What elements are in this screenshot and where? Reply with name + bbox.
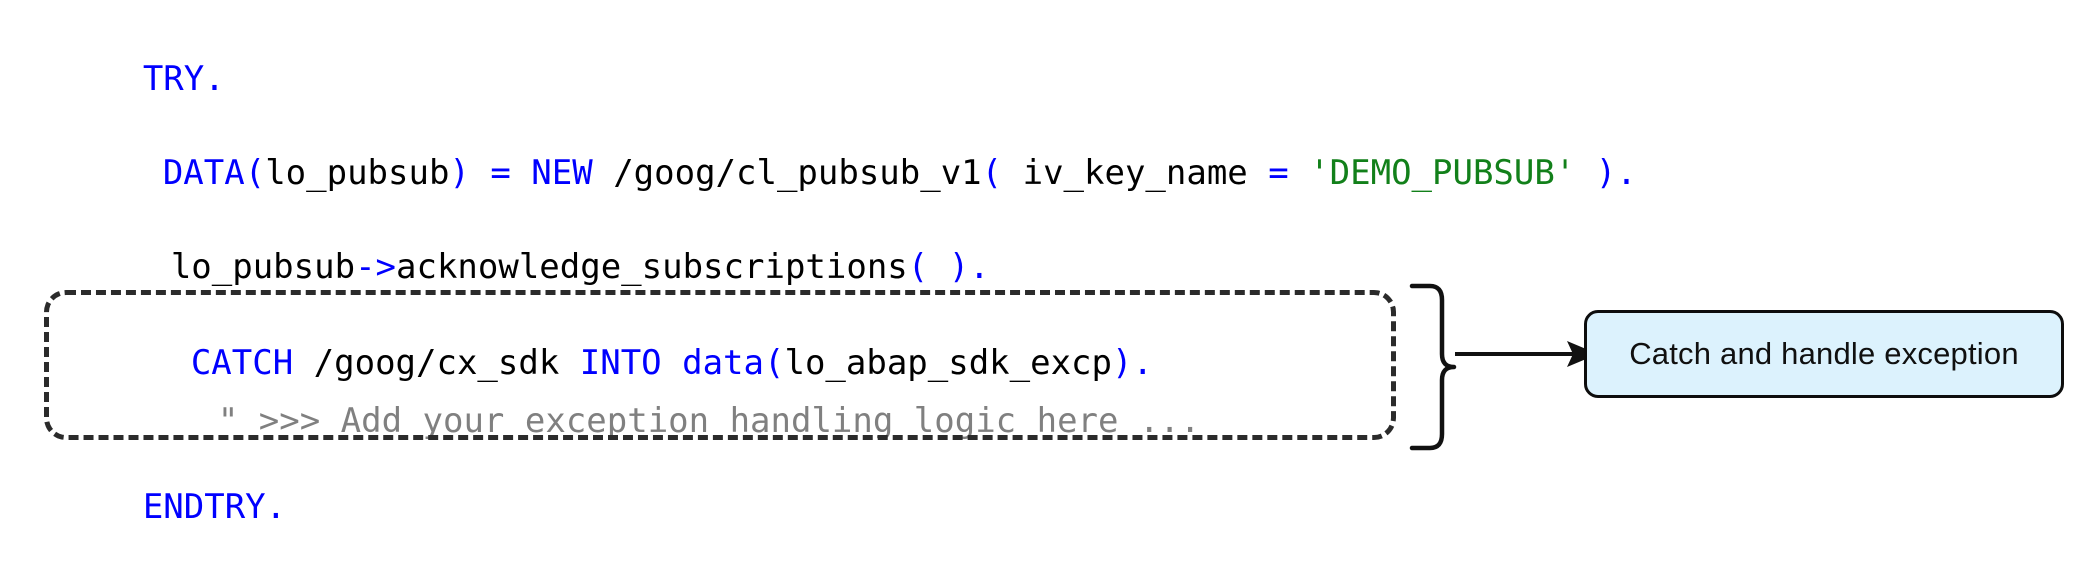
callout-label: Catch and handle exception: [1629, 336, 2019, 371]
token-keyword: DATA(: [162, 153, 266, 193]
token-identifier: iv_key_name: [1002, 153, 1269, 193]
token-keyword: ).: [1575, 153, 1637, 193]
diagram-canvas: TRY. DATA(lo_pubsub) = NEW /goog/cl_pubs…: [0, 0, 2096, 552]
callout-catch-and-handle-exception: Catch and handle exception: [1584, 310, 2064, 398]
token-identifier: /goog/cl_pubsub_v1: [613, 153, 982, 193]
token-identifier: acknowledge_subscriptions: [396, 247, 908, 287]
token-identifier: lo_pubsub: [265, 153, 450, 193]
token-keyword: .: [265, 487, 287, 527]
code-line-data-declaration: DATA(lo_pubsub) = NEW /goog/cl_pubsub_v1…: [40, 122, 1637, 224]
code-line-endtry: ENDTRY.: [20, 456, 286, 558]
code-line-method-call: lo_pubsub->acknowledge_subscriptions( ).: [48, 216, 990, 318]
token-keyword: ) = NEW: [449, 153, 614, 193]
code-block: TRY. DATA(lo_pubsub) = NEW /goog/cl_pubs…: [0, 0, 1637, 524]
token-identifier: lo_pubsub: [170, 247, 356, 287]
token-keyword: ( ).: [907, 247, 990, 287]
token-keyword: TRY: [142, 59, 205, 99]
token-comment: " >>> Add your exception handling logic …: [217, 401, 1201, 441]
token-keyword: =: [1268, 153, 1310, 193]
token-keyword: .: [204, 59, 225, 99]
token-keyword: ->: [355, 247, 397, 287]
arrow-right-icon: [1455, 330, 1605, 390]
code-line-try: TRY.: [20, 28, 225, 130]
token-keyword: ENDTRY: [142, 487, 266, 527]
token-string: 'DEMO_PUBSUB': [1309, 153, 1576, 193]
token-keyword: (: [981, 153, 1003, 193]
